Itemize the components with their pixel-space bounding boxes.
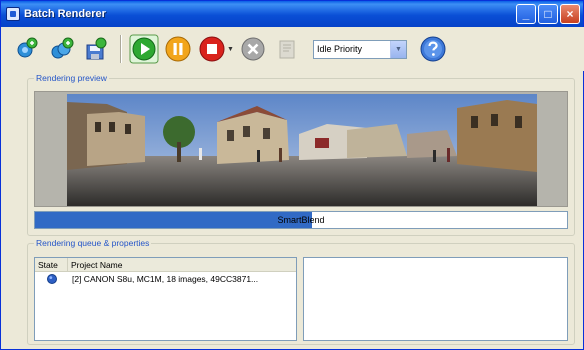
render-progress-text: SmartBlend [277, 215, 325, 225]
help-icon [420, 36, 446, 62]
start-render-button[interactable] [128, 33, 160, 65]
stop-render-button[interactable] [196, 33, 228, 65]
title-bar[interactable]: Batch Renderer _ □ × [1, 1, 583, 27]
panorama-preview-image [67, 94, 537, 206]
add-project-button[interactable] [12, 33, 44, 65]
close-button[interactable]: × [560, 4, 580, 24]
rendering-preview-label: Rendering preview [34, 73, 109, 83]
chevron-down-icon[interactable]: ▼ [389, 40, 406, 58]
start-render-icon [129, 34, 159, 64]
column-header-project-name[interactable]: Project Name [68, 258, 296, 271]
rendering-queue-list[interactable]: State Project Name [2] CANON S8u, MC1M, … [34, 257, 297, 341]
pending-state-icon [46, 274, 57, 284]
rendering-queue-label: Rendering queue & properties [34, 238, 152, 248]
minimize-button[interactable]: _ [516, 4, 536, 24]
stop-options-chevron-icon[interactable]: ▼ [227, 46, 234, 53]
maximize-button[interactable]: □ [538, 4, 558, 24]
remove-project-button[interactable] [237, 33, 269, 65]
render-progress-bar: SmartBlend [34, 211, 568, 229]
window-controls: _ □ × [516, 4, 580, 24]
column-header-state[interactable]: State [35, 258, 68, 271]
settings-icon [279, 40, 295, 59]
table-row[interactable]: [2] CANON S8u, MC1M, 18 images, 49CC3871… [35, 272, 296, 286]
help-button[interactable] [417, 33, 449, 65]
project-properties-panel[interactable] [303, 257, 568, 341]
settings-button[interactable] [271, 33, 303, 65]
stop-render-icon [199, 36, 225, 62]
add-projects-icon [51, 37, 74, 59]
add-projects-button[interactable] [46, 33, 78, 65]
pause-render-button[interactable] [162, 33, 194, 65]
queue-header: State Project Name [35, 258, 296, 272]
save-queue-button[interactable] [80, 33, 112, 65]
rendering-queue-group: Rendering queue & properties State Proje… [27, 238, 575, 345]
toolbar-separator [120, 35, 122, 63]
save-queue-icon [86, 37, 107, 60]
project-name-cell: [2] CANON S8u, MC1M, 18 images, 49CC3871… [72, 274, 259, 284]
preview-area [34, 91, 568, 207]
window-title: Batch Renderer [24, 8, 106, 20]
state-cell [35, 274, 68, 284]
remove-project-icon [241, 37, 265, 61]
pause-render-icon [165, 36, 191, 62]
add-project-icon [17, 37, 38, 58]
app-icon [6, 7, 20, 21]
rendering-preview-group: Rendering preview SmartBlend [27, 73, 575, 236]
toolbar: ▼ Idle Priority ▼ [2, 27, 584, 71]
priority-value: Idle Priority [316, 44, 362, 54]
priority-select[interactable]: Idle Priority ▼ [312, 39, 407, 59]
batch-renderer-window: Batch Renderer _ □ × ▼ Idle Priority ▼ R… [0, 0, 584, 350]
